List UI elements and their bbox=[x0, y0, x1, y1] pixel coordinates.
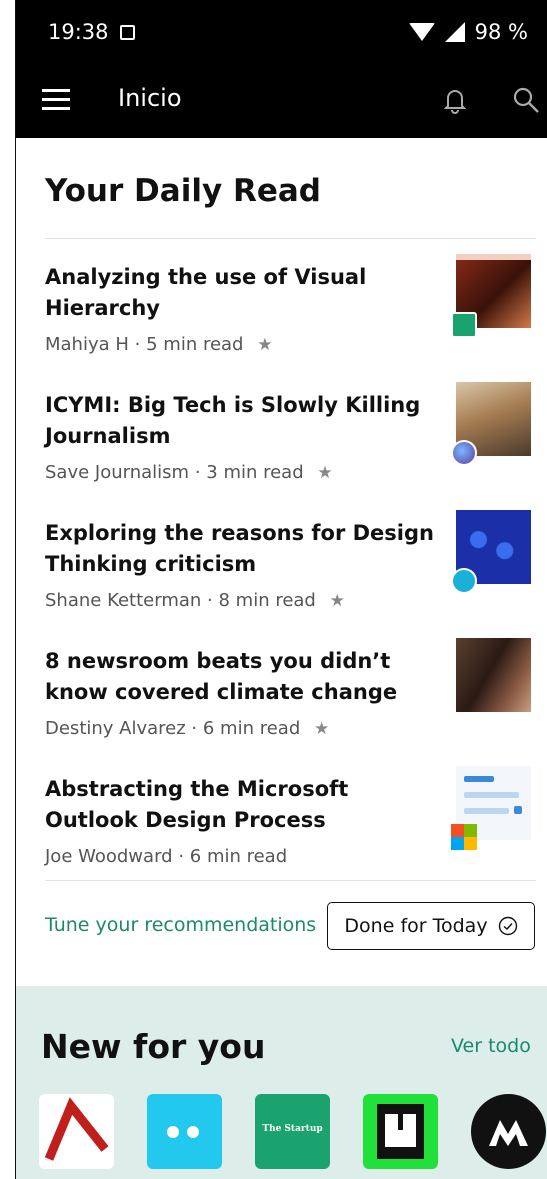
publication-tile[interactable] bbox=[147, 1094, 222, 1169]
article-thumbnail[interactable] bbox=[456, 638, 531, 712]
article-author[interactable]: Mahiya H bbox=[45, 334, 129, 355]
star-icon: ★ bbox=[313, 719, 330, 739]
new-for-you-title: New for you bbox=[41, 1027, 266, 1066]
publication-tile[interactable] bbox=[471, 1094, 546, 1169]
article-author[interactable]: Shane Ketterman bbox=[45, 590, 201, 611]
article-meta: Save Journalism · 3 min read ★ bbox=[45, 462, 333, 483]
article-meta: Destiny Alvarez · 6 min read ★ bbox=[45, 718, 330, 739]
article-item[interactable]: Exploring the reasons for Design Thinkin… bbox=[45, 510, 536, 628]
article-title[interactable]: Exploring the reasons for Design Thinkin… bbox=[45, 518, 435, 580]
star-icon: ★ bbox=[317, 463, 333, 483]
article-read-time: 8 min read bbox=[218, 590, 316, 611]
check-circle-icon bbox=[498, 916, 517, 936]
the-startup-label: The Startup bbox=[262, 1124, 323, 1134]
article-item[interactable]: Abstracting the Microsoft Outlook Design… bbox=[45, 766, 536, 884]
star-icon: ★ bbox=[257, 335, 273, 355]
article-item[interactable]: ICYMI: Big Tech is Slowly Killing Journa… bbox=[45, 382, 536, 500]
app-bar: Inicio bbox=[16, 66, 547, 138]
star-icon: ★ bbox=[329, 591, 345, 611]
article-author[interactable]: Joe Woodward bbox=[45, 846, 173, 867]
article-item[interactable]: 8 newsroom beats you didn’t know covered… bbox=[45, 638, 536, 756]
daily-read-title: Your Daily Read bbox=[45, 173, 321, 209]
article-title[interactable]: 8 newsroom beats you didn’t know covered… bbox=[45, 646, 435, 708]
article-read-time: 6 min read bbox=[202, 718, 301, 739]
microsoft-logo-icon bbox=[451, 824, 477, 850]
battery-level: 98 % bbox=[474, 20, 528, 44]
publication-badge bbox=[451, 440, 477, 466]
publication-logo-icon bbox=[489, 1120, 528, 1146]
status-right: 98 % bbox=[408, 20, 528, 44]
status-time: 19:38 bbox=[48, 20, 109, 44]
see-all-link[interactable]: Ver todo bbox=[451, 1035, 531, 1057]
article-read-time: 5 min read bbox=[146, 334, 244, 355]
article-item[interactable]: Analyzing the use of Visual Hierarchy Ma… bbox=[45, 254, 536, 372]
article-title[interactable]: ICYMI: Big Tech is Slowly Killing Journa… bbox=[45, 390, 435, 452]
divider bbox=[45, 880, 536, 881]
article-meta: Joe Woodward · 6 min read bbox=[45, 846, 288, 867]
article-meta: Mahiya H · 5 min read ★ bbox=[45, 334, 273, 355]
publication-badge bbox=[451, 312, 477, 338]
article-read-time: 6 min read bbox=[189, 846, 288, 867]
done-for-today-button[interactable]: Done for Today bbox=[327, 902, 535, 950]
article-read-time: 3 min read bbox=[206, 462, 304, 483]
done-button-label: Done for Today bbox=[344, 915, 488, 937]
article-title[interactable]: Analyzing the use of Visual Hierarchy bbox=[45, 262, 435, 324]
menu-icon[interactable] bbox=[42, 89, 70, 111]
tune-recommendations-link[interactable]: Tune your recommendations bbox=[45, 914, 316, 936]
app-frame: 19:38 98 % Inicio Your Daily Read Analyz… bbox=[15, 0, 547, 1179]
wifi-icon bbox=[408, 23, 435, 41]
publication-tile[interactable]: The Startup bbox=[255, 1094, 330, 1169]
article-author[interactable]: Destiny Alvarez bbox=[45, 718, 186, 739]
publication-logo-icon bbox=[44, 1097, 109, 1161]
page-title: Inicio bbox=[118, 84, 182, 112]
article-author[interactable]: Save Journalism bbox=[45, 462, 189, 483]
publication-tile[interactable] bbox=[363, 1094, 438, 1169]
status-bar: 19:38 98 % bbox=[16, 0, 547, 66]
bell-icon[interactable] bbox=[444, 86, 466, 114]
new-for-you-section: New for you Ver todo The Startup bbox=[16, 986, 547, 1179]
article-meta: Shane Ketterman · 8 min read ★ bbox=[45, 590, 345, 611]
signal-icon bbox=[444, 22, 465, 42]
publication-badge bbox=[451, 568, 477, 594]
article-title[interactable]: Abstracting the Microsoft Outlook Design… bbox=[45, 774, 435, 836]
divider bbox=[45, 238, 536, 239]
publication-tile[interactable] bbox=[39, 1094, 114, 1169]
search-icon[interactable] bbox=[512, 86, 540, 114]
image-notification-icon bbox=[120, 25, 135, 40]
